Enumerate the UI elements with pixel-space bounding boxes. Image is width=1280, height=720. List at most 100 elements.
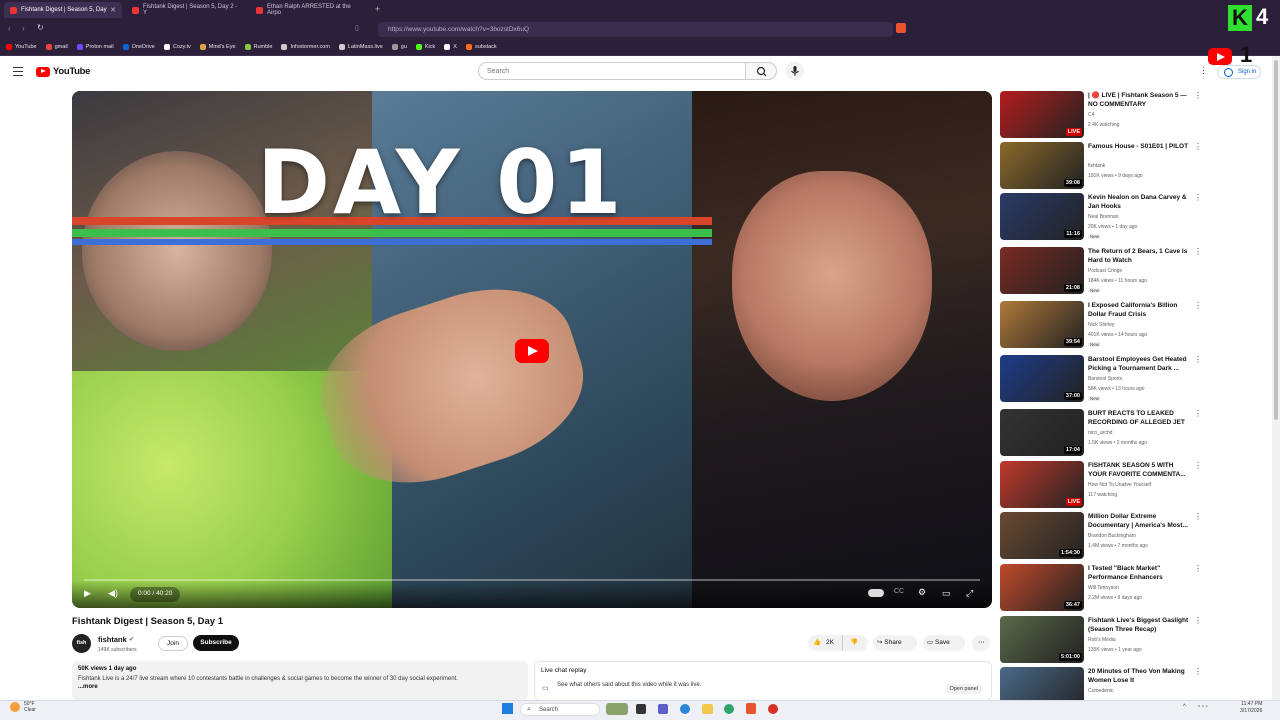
bookmark-latinmass[interactable]: LatinMass.live: [338, 44, 383, 50]
bookmark-infostormer[interactable]: Infostormer.com: [281, 44, 330, 50]
miniplayer-icon[interactable]: ▭: [942, 588, 951, 599]
recommendation-thumbnail[interactable]: 39:54: [1000, 301, 1084, 348]
video-player[interactable]: DAY 01 ▶ ◀) 0:00 / 40:20 CC ⚙ ▭ ⤢: [72, 91, 992, 608]
bookmark-gmail[interactable]: gmail: [45, 44, 68, 50]
large-play-button[interactable]: [515, 339, 549, 363]
more-actions-button[interactable]: ⋯: [972, 635, 990, 651]
back-icon[interactable]: ‹: [8, 24, 11, 33]
bookmark-x[interactable]: X: [444, 44, 457, 50]
search-input[interactable]: Search: [478, 62, 746, 80]
recommendation-menu-icon[interactable]: ⋮: [1194, 193, 1202, 202]
youtube-logo[interactable]: YouTube: [36, 66, 90, 77]
url-field[interactable]: https://www.youtube.com/watch?v=3bozstDx…: [378, 22, 893, 37]
windows-start-icon[interactable]: [502, 703, 513, 714]
join-button[interactable]: Join: [158, 636, 188, 651]
recommendation-menu-icon[interactable]: ⋮: [1194, 564, 1202, 573]
recommendation-thumbnail[interactable]: 1:54:30: [1000, 512, 1084, 559]
recommendation-thumbnail[interactable]: 37:00: [1000, 355, 1084, 402]
save-button[interactable]: ▭ Save: [923, 635, 965, 651]
recommendation-thumbnail[interactable]: 5:01:00: [1000, 616, 1084, 663]
settings-menu-icon[interactable]: ⋮: [1199, 65, 1208, 76]
reload-icon[interactable]: ↻: [37, 23, 44, 32]
recommendation-channel[interactable]: Will Tennyson: [1088, 585, 1198, 591]
recommendation-thumbnail[interactable]: 21:08: [1000, 247, 1084, 294]
recommendation-channel[interactable]: nico_archd: [1088, 430, 1198, 436]
close-tab-icon[interactable]: ✕: [110, 6, 116, 14]
recommendation-title[interactable]: The Return of 2 Bears, 1 Cave Is Hard to…: [1088, 247, 1192, 265]
recommendation-channel[interactable]: Neal Brennan: [1088, 214, 1198, 220]
open-panel-button[interactable]: Open panel: [944, 684, 983, 694]
recommendation-item[interactable]: 36:47 I Tested "Black Market" Performance…: [1000, 564, 1205, 614]
teams-icon[interactable]: [658, 704, 668, 714]
tray-chevron-icon[interactable]: ^: [1183, 704, 1186, 710]
recommendation-title[interactable]: Fishtank Live's Biggest Gaslight (Season…: [1088, 616, 1192, 634]
recommendation-menu-icon[interactable]: ⋮: [1194, 512, 1202, 521]
recommendation-menu-icon[interactable]: ⋮: [1194, 409, 1202, 418]
bookmark-onedrive[interactable]: OneDrive: [122, 44, 155, 50]
new-tab-icon[interactable]: +: [375, 4, 380, 14]
like-count[interactable]: 2K: [826, 635, 834, 651]
recommendation-menu-icon[interactable]: ⋮: [1194, 616, 1202, 625]
share-button[interactable]: ↪ Share: [873, 635, 917, 651]
bookmark-kick[interactable]: Kick: [415, 44, 435, 50]
recommendation-title[interactable]: BURT REACTS TO LEAKED RECORDING OF ALLEG…: [1088, 409, 1192, 427]
recommendation-item[interactable]: LIVE FISHTANK SEASON 5 WITH YOUR FAVORITE…: [1000, 461, 1205, 511]
recommendation-thumbnail[interactable]: LIVE: [1000, 461, 1084, 508]
settings-gear-icon[interactable]: ⚙: [918, 587, 926, 598]
bookmark-rumble[interactable]: Rumble: [244, 44, 272, 50]
play-icon[interactable]: ▶: [84, 588, 91, 599]
description-box[interactable]: 50K views 1 day ago Fishtank Live is a 2…: [72, 661, 528, 701]
recommendation-item[interactable]: 17:04 BURT REACTS TO LEAKED RECORDING OF …: [1000, 409, 1205, 459]
recommendation-item[interactable]: 11:16 Kevin Nealon on Dana Carvey & Jan H…: [1000, 193, 1205, 243]
recommendation-title[interactable]: FISHTANK SEASON 5 WITH YOUR FAVORITE COM…: [1088, 461, 1192, 479]
recommendation-channel[interactable]: Rob's Media: [1088, 637, 1198, 643]
forward-icon[interactable]: ›: [22, 24, 25, 33]
subscribe-button[interactable]: Subscribe: [193, 635, 239, 651]
chrome-icon[interactable]: [768, 704, 778, 714]
recommendation-channel[interactable]: C4: [1088, 112, 1198, 118]
bookmark-youtube[interactable]: YouTube: [6, 44, 37, 50]
recommendation-title[interactable]: | 🔴 LIVE | Fishtank Season 5 — NO COMMEN…: [1088, 91, 1192, 109]
recommendation-thumbnail[interactable]: 17:04: [1000, 409, 1084, 456]
recommendation-menu-icon[interactable]: ⋮: [1194, 142, 1202, 151]
recommendation-title[interactable]: 20 Minutes of Theo Von Making Women Lose…: [1088, 667, 1192, 685]
recommendation-thumbnail[interactable]: 11:16: [1000, 193, 1084, 240]
voice-search-button[interactable]: [786, 62, 804, 80]
like-icon[interactable]: 👍: [813, 635, 821, 651]
autoplay-toggle[interactable]: [868, 589, 884, 597]
volume-icon[interactable]: ◀): [108, 588, 118, 599]
bookmark-proton-mail[interactable]: Proton mail: [76, 44, 114, 50]
captions-icon[interactable]: CC: [894, 588, 904, 595]
recommendation-title[interactable]: Famous House - S01E01 | PILOT: [1088, 142, 1192, 151]
taskbar-widget-icon[interactable]: [606, 703, 628, 715]
recommendation-channel[interactable]: fishtank: [1088, 163, 1198, 169]
recommendation-menu-icon[interactable]: ⋮: [1194, 247, 1202, 256]
tab-fishtank-day1[interactable]: Fishtank Digest | Season 5, Day ✕: [4, 2, 122, 18]
scrollbar-thumb[interactable]: [1274, 60, 1278, 420]
recommendation-title[interactable]: Kevin Nealon on Dana Carvey & Jan Hooks: [1088, 193, 1192, 211]
recommendation-thumbnail[interactable]: LIVE: [1000, 91, 1084, 138]
tray-icons[interactable]: ▫ ▫ ▫: [1198, 704, 1208, 710]
recommendation-channel[interactable]: Nick Shirley: [1088, 322, 1198, 328]
taskbar-clock[interactable]: 11:47 PM 3/17/2026: [1240, 701, 1262, 715]
search-button[interactable]: [745, 62, 777, 80]
file-explorer-icon[interactable]: [702, 704, 713, 714]
brave-shield-icon[interactable]: [896, 23, 906, 33]
recommendation-channel[interactable]: Brandon Buckingham: [1088, 533, 1198, 539]
task-view-icon[interactable]: [636, 704, 646, 714]
menu-icon[interactable]: [13, 67, 23, 76]
recommendation-channel[interactable]: Comedenic: [1088, 688, 1198, 694]
recommendation-item[interactable]: 39:08 Famous House - S01E01 | PILOT fishta…: [1000, 142, 1205, 192]
recommendation-item[interactable]: 21:08 The Return of 2 Bears, 1 Cave Is Ha…: [1000, 247, 1205, 297]
channel-avatar[interactable]: fish: [72, 634, 91, 653]
recommendation-menu-icon[interactable]: ⋮: [1194, 667, 1202, 676]
show-more-link[interactable]: ...more: [78, 684, 522, 690]
copilot-icon[interactable]: [680, 704, 690, 714]
tab-ethan-ralph[interactable]: Ethan Ralph ARRESTED at the Airpo: [250, 2, 368, 18]
channel-name[interactable]: fishtank: [98, 635, 127, 644]
weather-widget[interactable]: 50°F Clear: [10, 701, 36, 713]
bookmark-page-icon[interactable]: ▯: [355, 24, 359, 32]
recommendation-channel[interactable]: Barstool Sports: [1088, 376, 1198, 382]
bookmark-substack[interactable]: substack: [465, 44, 497, 50]
recommendation-item[interactable]: LIVE | 🔴 LIVE | Fishtank Season 5 — NO CO…: [1000, 91, 1205, 141]
